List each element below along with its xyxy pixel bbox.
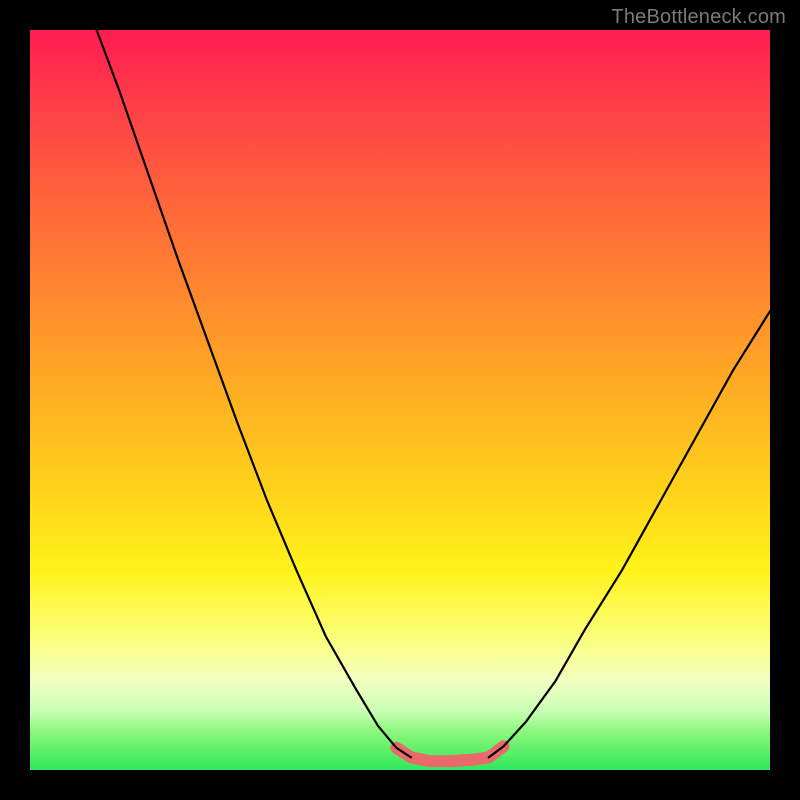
watermark-text: TheBottleneck.com xyxy=(611,6,786,29)
right-curve xyxy=(489,311,770,757)
left-curve xyxy=(97,30,412,757)
chart-frame: TheBottleneck.com xyxy=(0,0,800,800)
bottom-highlight-curve xyxy=(396,746,503,761)
chart-svg xyxy=(30,30,770,770)
